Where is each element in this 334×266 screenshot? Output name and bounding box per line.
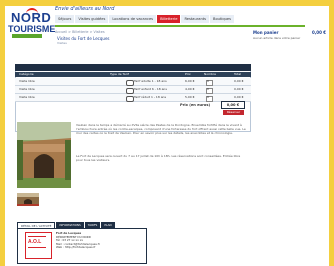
partner-logo-text: A.O.L	[28, 239, 42, 245]
main-nav: Séjours Visites guidées Locations de vac…	[55, 15, 235, 23]
description-text: Vauban dans le temps a démarré au XVIIe …	[76, 123, 246, 135]
nav-item-locations[interactable]: Locations de vacances	[109, 15, 157, 23]
total-value: 0,00 €	[221, 101, 245, 109]
qty-value: 0	[207, 87, 209, 91]
logo-nord: NORD	[11, 10, 52, 25]
reservation-heading-bar: Sélectionnez une date ci-dessous et/ou l…	[15, 64, 251, 80]
reserve-button[interactable]: Réserver	[223, 110, 244, 115]
page-subtitle: Visites	[57, 41, 67, 45]
tarif-radio[interactable]	[126, 87, 134, 94]
cart-label[interactable]: Mon panier	[253, 30, 278, 35]
row-tarif: Tarif adulte 1 - 18 ans	[134, 79, 167, 83]
row-total: 0,00 €	[234, 95, 244, 99]
tarif-radio[interactable]	[126, 79, 134, 86]
col-header-qty: Nombre	[204, 72, 216, 76]
fort-photo[interactable]	[17, 122, 71, 188]
nav-item-visites[interactable]: Visites guidées	[75, 15, 109, 23]
partner-logo-line	[28, 247, 46, 248]
tarif-radio[interactable]	[126, 95, 134, 102]
nav-item-sejours[interactable]: Séjours	[55, 15, 75, 23]
row-total: 0,00 €	[234, 87, 244, 91]
partner-logo-line	[28, 236, 46, 237]
cart-subtext: Aucun article dans votre panier	[253, 36, 301, 40]
logo-tourisme: TOURISME	[8, 24, 56, 34]
total-label: Prix (en euros)	[180, 103, 211, 107]
breadcrumb[interactable]: Accueil > Billetterie > Visites	[55, 30, 105, 34]
row-total: 0,00 €	[234, 79, 244, 83]
row-category: Visite libre	[19, 87, 35, 91]
col-header-price: Prix	[185, 72, 191, 76]
row-category: Visite libre	[19, 95, 35, 99]
row-tarif: Tarif réduit 1 - 18 ans	[134, 95, 167, 99]
row-price: 5,00 €	[185, 95, 195, 99]
description-text-2: Le Fort de Lecques sera ouvert du 7 au 1…	[76, 154, 241, 162]
qty-value: 0	[207, 95, 209, 99]
row-tarif: Tarif enfant 6 - 18 ans	[134, 87, 167, 91]
nav-underline	[55, 25, 305, 27]
tagline: Envie d'ailleurs au Nord	[55, 6, 115, 12]
fort-thumbnail[interactable]	[17, 192, 39, 206]
row-category: Visite libre	[19, 79, 35, 83]
cart-total: 0,00 €	[312, 30, 327, 35]
nav-item-billetterie[interactable]: Billetterie	[157, 15, 181, 23]
nav-item-boutiques[interactable]: Boutiques	[210, 15, 234, 23]
row-price: 4,00 €	[185, 87, 195, 91]
col-header-category: Catégorie	[19, 72, 34, 76]
qty-value: 0	[207, 79, 209, 83]
col-header-tarif: Type de Tarif	[110, 72, 129, 76]
contact-website[interactable]: Web : http://fortdelecques.fr	[56, 246, 100, 250]
col-header-total: Total	[234, 72, 242, 76]
logo-base-bar	[12, 34, 42, 38]
contact-block: Fort de Lecques DÉPARTEMENT DU NORD Tél …	[56, 231, 100, 250]
row-price: 6,00 €	[185, 79, 195, 83]
nav-item-restaurants[interactable]: Restaurants	[181, 15, 209, 23]
